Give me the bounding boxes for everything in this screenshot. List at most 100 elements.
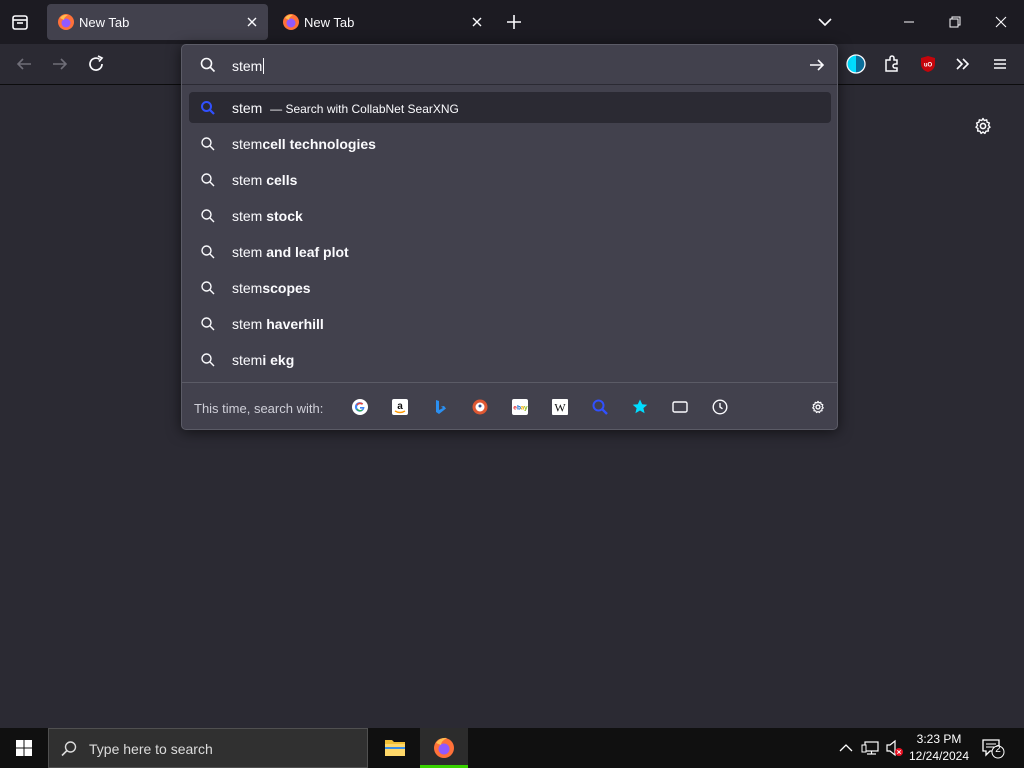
reload-button[interactable] [84, 52, 108, 76]
tab-new-tab-1[interactable]: New Tab [47, 4, 268, 40]
new-tab-button[interactable] [502, 10, 526, 34]
firefox-view-button[interactable] [8, 10, 32, 34]
extension-circle-icon [846, 54, 866, 74]
taskbar-search-placeholder: Type here to search [89, 741, 213, 757]
network-button[interactable] [860, 738, 882, 758]
svg-text:W: W [554, 401, 566, 415]
firefox-icon [58, 14, 74, 30]
go-button[interactable] [805, 53, 829, 77]
volume-button[interactable] [884, 738, 906, 758]
suggestion-text: stem stock [232, 208, 303, 224]
search-engine-amazon[interactable]: a [391, 398, 409, 416]
suggestion-row[interactable]: stem — Search with CollabNet SearXNG [189, 92, 831, 123]
taskbar-search-box[interactable]: Type here to search [48, 728, 368, 768]
search-engine-google[interactable] [351, 398, 369, 416]
suggestion-typed-part: stem [232, 352, 263, 368]
forward-button[interactable] [48, 52, 72, 76]
more-tools-button[interactable] [951, 52, 975, 76]
back-button[interactable] [12, 52, 36, 76]
text-caret [263, 58, 265, 74]
hamburger-menu-icon [994, 59, 1006, 69]
address-bar-input-row[interactable]: stem [182, 45, 837, 85]
suggestion-typed-part: stem [232, 280, 263, 296]
one-off-label: This time, search with: [194, 401, 324, 416]
ebay-icon: e b a y [512, 399, 528, 415]
plus-icon [507, 15, 521, 29]
suggestion-text: stemi ekg [232, 352, 294, 368]
suggestion-typed-part: stem [232, 100, 263, 116]
arrow-right-icon [810, 59, 825, 71]
suggestion-completion: cells [266, 172, 298, 188]
windows-logo-icon [16, 740, 32, 756]
double-chevron-right-icon [956, 58, 970, 70]
suggestion-text: stem and leaf plot [232, 244, 349, 260]
bing-icon [436, 400, 446, 414]
gear-icon [812, 400, 824, 414]
search-tabs-button[interactable] [671, 398, 689, 416]
suggestion-row[interactable]: stem and leaf plot [189, 236, 831, 267]
search-engine-bing[interactable] [431, 398, 449, 416]
close-tab-icon[interactable] [469, 14, 485, 30]
ublock-button[interactable]: uO [916, 52, 940, 76]
extensions-button[interactable] [880, 52, 904, 76]
action-center-button[interactable]: 2 [980, 736, 1006, 760]
history-clock-icon [712, 399, 728, 415]
address-bar-value: stem [232, 58, 263, 74]
suggestion-row[interactable]: stemscopes [189, 272, 831, 303]
search-bookmarks-button[interactable] [631, 398, 649, 416]
tab-new-tab-2[interactable]: New Tab [272, 4, 493, 40]
search-engine-wikipedia[interactable]: W [551, 398, 569, 416]
searxng-icon [201, 101, 215, 115]
chevron-up-icon [839, 744, 853, 752]
restore-button[interactable] [941, 8, 969, 36]
amazon-icon: a [392, 399, 408, 415]
reload-icon [89, 55, 104, 71]
svg-text:y: y [524, 405, 528, 412]
search-icon [201, 317, 215, 331]
search-engine-searxng[interactable] [591, 398, 609, 416]
suggestion-row[interactable]: stem stock [189, 200, 831, 231]
network-icon [861, 741, 879, 755]
duckduckgo-icon [472, 399, 488, 415]
show-hidden-icons-button[interactable] [836, 738, 856, 758]
suggestion-text: stemscopes [232, 280, 311, 296]
address-bar-input[interactable]: stem [232, 58, 265, 74]
app-menu-button[interactable] [988, 52, 1012, 76]
one-off-search-bar: This time, search with: a e b a y W [182, 382, 837, 429]
notification-count-badge: 2 [995, 744, 1001, 755]
search-engine-duckduckgo[interactable] [471, 398, 489, 416]
search-history-button[interactable] [711, 398, 729, 416]
suggestion-completion: scopes [262, 280, 311, 296]
suggestion-completion: i ekg [262, 352, 295, 368]
restore-icon [949, 16, 961, 28]
search-engine-ebay[interactable]: e b a y [511, 398, 529, 416]
tab-strip: New Tab New Tab [0, 0, 1024, 44]
taskbar: Type here to search 3:23 PM 12/24/2024 2 [0, 728, 1024, 768]
suggestion-row[interactable]: stemcell technologies [189, 128, 831, 159]
close-window-button[interactable] [987, 8, 1015, 36]
start-button[interactable] [0, 728, 48, 768]
search-icon [201, 173, 215, 187]
close-tab-icon[interactable] [244, 14, 260, 30]
search-settings-button[interactable] [809, 398, 827, 416]
svg-text:a: a [397, 401, 403, 412]
firefox-icon [420, 737, 468, 768]
suggestion-typed-part: stem [232, 244, 267, 260]
list-all-tabs-button[interactable] [813, 10, 837, 34]
file-explorer-button[interactable] [372, 728, 418, 768]
suggestion-row[interactable]: stem haverhill [189, 308, 831, 339]
suggestion-row[interactable]: stem cells [189, 164, 831, 195]
firefox-taskbar-button[interactable] [420, 728, 468, 768]
gear-icon [975, 117, 991, 135]
search-icon [201, 281, 215, 295]
search-icon [201, 137, 215, 151]
suggestion-completion: stock [266, 208, 303, 224]
minimize-button[interactable] [895, 8, 923, 36]
back-arrow-icon [16, 58, 31, 70]
puzzle-icon [885, 55, 898, 72]
volume-muted-icon [886, 739, 903, 757]
extension-button-blue[interactable] [844, 52, 868, 76]
customize-new-tab-button[interactable] [971, 114, 995, 138]
suggestion-row[interactable]: stemi ekg [189, 344, 831, 375]
taskbar-clock[interactable]: 3:23 PM 12/24/2024 [904, 731, 974, 765]
